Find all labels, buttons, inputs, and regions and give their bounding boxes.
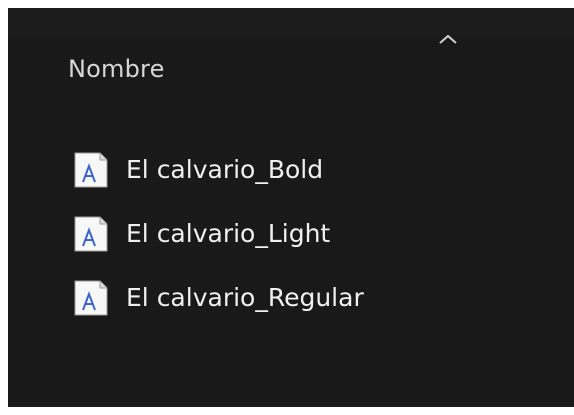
font-file-icon (74, 152, 108, 188)
file-name: El calvario_Light (126, 219, 331, 248)
file-item[interactable]: El calvario_Bold (72, 138, 364, 202)
file-explorer-pane: Nombre El calvario_Bold El calvario_Ligh… (8, 8, 574, 407)
chevron-up-icon[interactable] (437, 32, 459, 46)
column-header-name[interactable]: Nombre (68, 52, 165, 86)
file-item[interactable]: El calvario_Regular (72, 266, 364, 330)
font-file-icon (74, 216, 108, 252)
pane-top-strip (8, 8, 574, 38)
file-item[interactable]: El calvario_Light (72, 202, 364, 266)
font-file-icon (74, 280, 108, 316)
file-name: El calvario_Bold (126, 155, 324, 184)
file-list: El calvario_Bold El calvario_Light El ca… (72, 138, 364, 330)
file-name: El calvario_Regular (126, 283, 364, 312)
